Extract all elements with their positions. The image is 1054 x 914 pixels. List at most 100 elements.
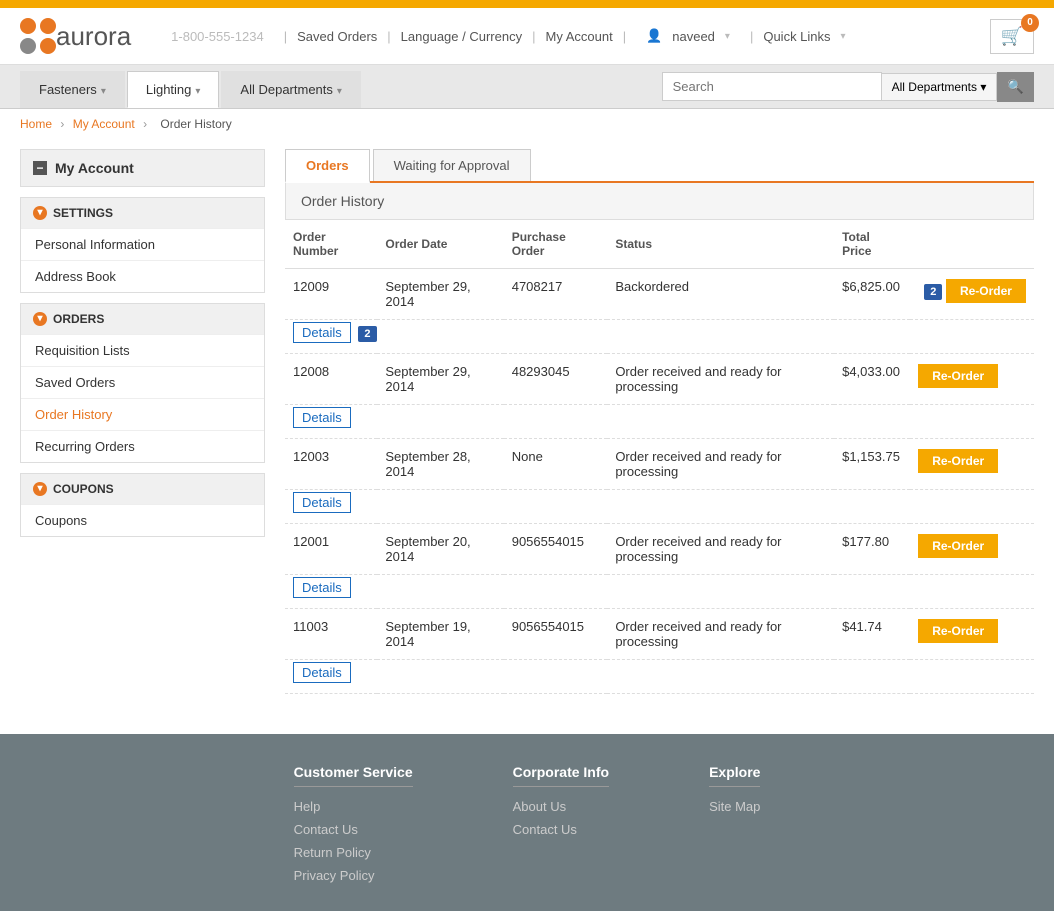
search-button[interactable]: 🔍 [997,72,1034,102]
footer-section-title: Corporate Info [513,764,609,787]
table-row: 12009 September 29, 2014 4708217 Backord… [285,269,1034,320]
order-status-cell: Backordered [607,269,834,320]
footer-link[interactable]: Help [294,799,413,814]
sidebar-section-settings: ▾ SETTINGS Personal Information Address … [20,197,265,293]
footer-link[interactable]: Site Map [709,799,760,814]
top-gold-bar [0,0,1054,8]
breadcrumb-order-history: Order History [160,117,231,131]
sidebar: − My Account ▾ SETTINGS Personal Informa… [20,149,265,694]
logo[interactable]: aurora [20,18,131,54]
order-status-cell: Order received and ready for processing [607,439,834,490]
tab-orders[interactable]: Orders [285,149,370,183]
sidebar-item-address-book[interactable]: Address Book [21,260,264,292]
breadcrumb-my-account[interactable]: My Account [73,117,135,131]
language-currency-link[interactable]: Language / Currency [401,29,522,44]
col-status: Status [607,220,834,269]
divider-1: | [284,29,287,44]
nav-tab-fasteners[interactable]: Fasteners▾ [20,71,125,108]
order-date-cell: September 20, 2014 [377,524,503,575]
nav-bar: Fasteners▾ Lighting▾ All Departments▾ Al… [0,65,1054,109]
nav-tab-lighting[interactable]: Lighting▾ [127,71,220,108]
sidebar-item-requisition-lists[interactable]: Requisition Lists [21,334,264,366]
order-total-cell: $1,153.75 [834,439,910,490]
divider-3: | [532,29,535,44]
divider-5: | [750,29,753,44]
sidebar-coupons-title[interactable]: ▾ COUPONS [21,474,264,504]
sidebar-item-coupons[interactable]: Coupons [21,504,264,536]
order-actions-cell: Re-Order [910,354,1034,405]
order-number-cell: 12003 [285,439,377,490]
sidebar-item-order-history[interactable]: Order History [21,398,264,430]
my-account-link[interactable]: My Account [545,29,612,44]
col-total-price: Total Price [834,220,910,269]
order-po-cell: 9056554015 [504,524,608,575]
user-icon: 👤 [646,28,662,44]
logo-text: aurora [56,21,131,52]
breadcrumb-home[interactable]: Home [20,117,52,131]
table-header-row: Order Number Order Date Purchase Order S… [285,220,1034,269]
sidebar-item-saved-orders[interactable]: Saved Orders [21,366,264,398]
order-po-cell: 48293045 [504,354,608,405]
reorder-button[interactable]: Re-Order [918,364,998,388]
order-status-cell: Order received and ready for processing [607,354,834,405]
sidebar-section-coupons: ▾ COUPONS Coupons [20,473,265,537]
quick-links-link[interactable]: Quick Links [763,29,830,44]
footer-link[interactable]: Contact Us [513,822,609,837]
quick-links-arrow: ▾ [841,31,846,42]
search-department-dropdown[interactable]: All Departments ▾ [882,73,998,101]
details-link[interactable]: Details [293,662,351,683]
orders-panel: Orders Waiting for Approval Order Histor… [285,149,1034,694]
sidebar-collapse-icon[interactable]: − [33,161,47,175]
sidebar-section-orders: ▾ ORDERS Requisition Lists Saved Orders … [20,303,265,463]
details-link[interactable]: Details [293,407,351,428]
order-total-cell: $4,033.00 [834,354,910,405]
footer-link[interactable]: About Us [513,799,609,814]
table-row: 12008 September 29, 2014 48293045 Order … [285,354,1034,405]
sidebar-item-personal-info[interactable]: Personal Information [21,228,264,260]
details-row: Details [285,405,1034,439]
details-link[interactable]: Details [293,322,351,343]
col-order-date: Order Date [377,220,503,269]
footer-col: Explore Site Map [709,764,760,891]
breadcrumb-sep-2: › [143,117,147,131]
footer-link[interactable]: Return Policy [294,845,413,860]
details-cell: Details [285,490,1034,524]
order-total-cell: $6,825.00 [834,269,910,320]
order-po-cell: 9056554015 [504,609,608,660]
table-row: 12001 September 20, 2014 9056554015 Orde… [285,524,1034,575]
header-links: 1-800-555-1234 | Saved Orders | Language… [161,28,989,44]
orders-chevron-icon: ▾ [33,312,47,326]
details-row: Details [285,575,1034,609]
details-link[interactable]: Details [293,492,351,513]
user-name-link[interactable]: naveed [672,29,715,44]
divider-2: | [387,29,390,44]
footer-link[interactable]: Contact Us [294,822,413,837]
reorder-button[interactable]: Re-Order [918,619,998,643]
tab-waiting-approval[interactable]: Waiting for Approval [373,149,531,181]
col-order-number: Order Number [285,220,377,269]
reorder-button[interactable]: Re-Order [918,534,998,558]
footer-link[interactable]: Privacy Policy [294,868,413,883]
footer-section-title: Explore [709,764,760,787]
nav-search: All Departments ▾ 🔍 [662,65,1034,108]
user-arrow: ▾ [725,31,730,42]
sidebar-orders-title[interactable]: ▾ ORDERS [21,304,264,334]
sidebar-item-recurring-orders[interactable]: Recurring Orders [21,430,264,462]
header: aurora 1-800-555-1234 | Saved Orders | L… [0,8,1054,65]
details-cell: Details [285,660,1034,694]
settings-chevron-icon: ▾ [33,206,47,220]
order-actions-cell: Re-Order [910,439,1034,490]
details-link[interactable]: Details [293,577,351,598]
nav-tab-all-departments[interactable]: All Departments▾ [221,71,361,108]
order-actions-cell: 2 Re-Order [910,269,1034,320]
reorder-button[interactable]: Re-Order [946,279,1026,303]
saved-orders-link[interactable]: Saved Orders [297,29,377,44]
breadcrumb: Home › My Account › Order History [0,109,1054,139]
search-input[interactable] [662,72,882,101]
cart-button[interactable]: 🛒 0 [990,19,1034,54]
sidebar-settings-title[interactable]: ▾ SETTINGS [21,198,264,228]
reorder-button[interactable]: Re-Order [918,449,998,473]
footer-col: Corporate Info About Us Contact Us [513,764,609,891]
details-cell: Details [285,405,1034,439]
order-date-cell: September 19, 2014 [377,609,503,660]
